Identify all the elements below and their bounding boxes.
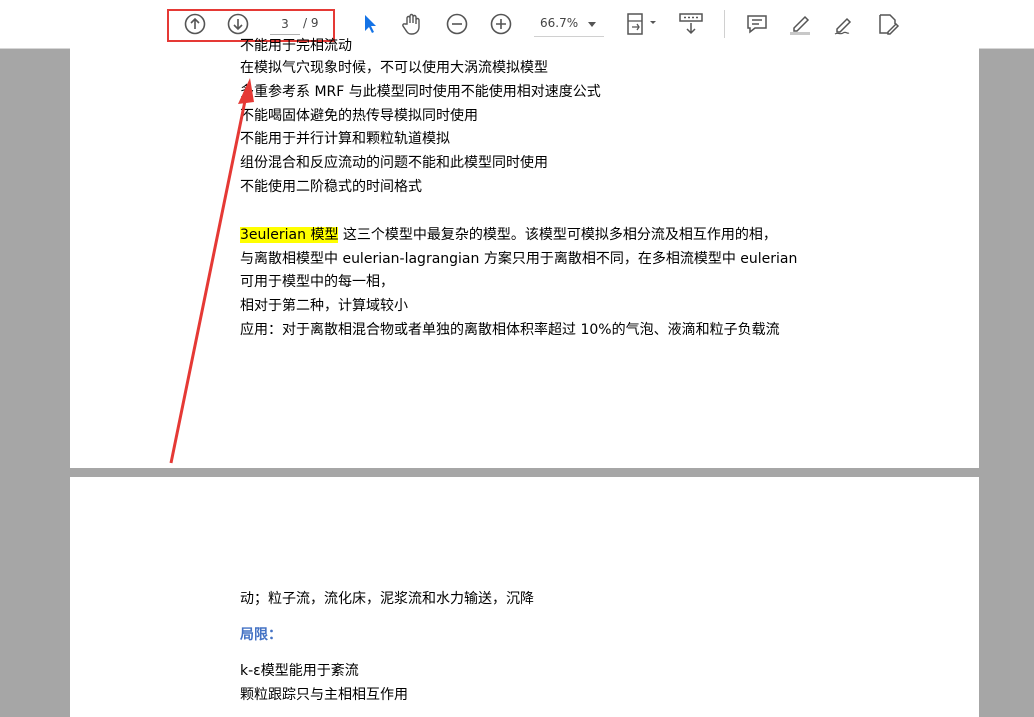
text-line: 在模拟气穴现象时候，不可以使用大涡流模拟模型 — [240, 60, 548, 76]
previous-page-button[interactable] — [181, 10, 209, 38]
text-line: 应用：对于离散相混合物或者单独的离散相体积率超过 10%的气泡、液滴和粒子负载流 — [240, 322, 780, 338]
select-tool-button[interactable] — [356, 10, 384, 38]
comment-icon — [747, 15, 767, 34]
highlighted-text: 3eulerian 模型 — [240, 227, 339, 243]
highlight-pen-icon — [790, 15, 810, 35]
zoom-dropdown[interactable]: 66.7% — [534, 12, 604, 37]
fit-page-icon — [627, 13, 656, 35]
text-line: 动；粒子流，流化床，泥浆流和水力输送，沉降 — [240, 591, 534, 607]
text-line: 不能使用二阶稳式的时间格式 — [240, 179, 422, 195]
document-page: 不能用于完相流动 在模拟气穴现象时候，不可以使用大涡流模拟模型 多重参考系 MR… — [70, 38, 979, 468]
scroll-mode-button[interactable] — [677, 10, 705, 38]
text-line: 多重参考系 MRF 与此模型同时使用不能使用相对速度公式 — [240, 84, 601, 100]
hand-icon — [402, 13, 420, 35]
sign-button[interactable] — [830, 10, 858, 38]
next-page-button[interactable] — [224, 10, 252, 38]
text-line: 不能用于完相流动 — [240, 38, 352, 54]
hand-tool-button[interactable] — [398, 10, 426, 38]
highlight-button[interactable] — [786, 10, 814, 38]
text-line: 与离散相模型中 eulerian-lagrangian 方案只用于离散相不同，在… — [240, 251, 798, 267]
paragraph-first-line: 3eulerian 模型 这三个模型中最复杂的模型。该模型可模拟多相分流及相互作… — [240, 225, 777, 245]
zoom-value: 66.7% — [540, 16, 579, 30]
text-line: 不能用于并行计算和颗粒轨道模拟 — [240, 131, 450, 147]
sign-icon — [834, 17, 852, 35]
page-number-input[interactable] — [270, 14, 300, 35]
zoom-out-icon — [446, 13, 468, 35]
comment-button[interactable] — [743, 10, 771, 38]
chevron-down-icon — [588, 22, 596, 27]
text-line: k-ε模型能用于紊流 — [240, 663, 359, 679]
text-line: 组份混合和反应流动的问题不能和此模型同时使用 — [240, 155, 548, 171]
arrow-up-circle-icon — [184, 13, 206, 35]
page-total-label: / 9 — [303, 16, 319, 30]
toolbar-separator — [724, 10, 725, 38]
scroll-mode-icon — [679, 13, 703, 35]
select-cursor-icon — [365, 15, 376, 33]
toolbar: / 9 66.7% — [0, 0, 1034, 49]
text-line: 不能喝固体避免的热传导模拟同时使用 — [240, 108, 478, 124]
document-page: 动；粒子流，流化床，泥浆流和水力输送，沉降 局限： k-ε模型能用于紊流 颗粒跟… — [70, 477, 979, 717]
fit-page-button[interactable] — [622, 10, 662, 38]
section-heading: 局限： — [240, 627, 282, 643]
text-line: 可用于模型中的每一相， — [240, 274, 394, 290]
zoom-in-icon — [490, 13, 512, 35]
arrow-down-circle-icon — [227, 13, 249, 35]
text-line: 颗粒跟踪只与主相相互作用 — [240, 687, 408, 703]
paragraph-text: 这三个模型中最复杂的模型。该模型可模拟多相分流及相互作用的相， — [338, 227, 777, 243]
zoom-out-button[interactable] — [443, 10, 471, 38]
edit-pdf-button[interactable] — [874, 10, 902, 38]
edit-pdf-icon — [879, 14, 900, 35]
text-line: 相对于第二种，计算域较小 — [240, 298, 408, 314]
zoom-in-button[interactable] — [487, 10, 515, 38]
